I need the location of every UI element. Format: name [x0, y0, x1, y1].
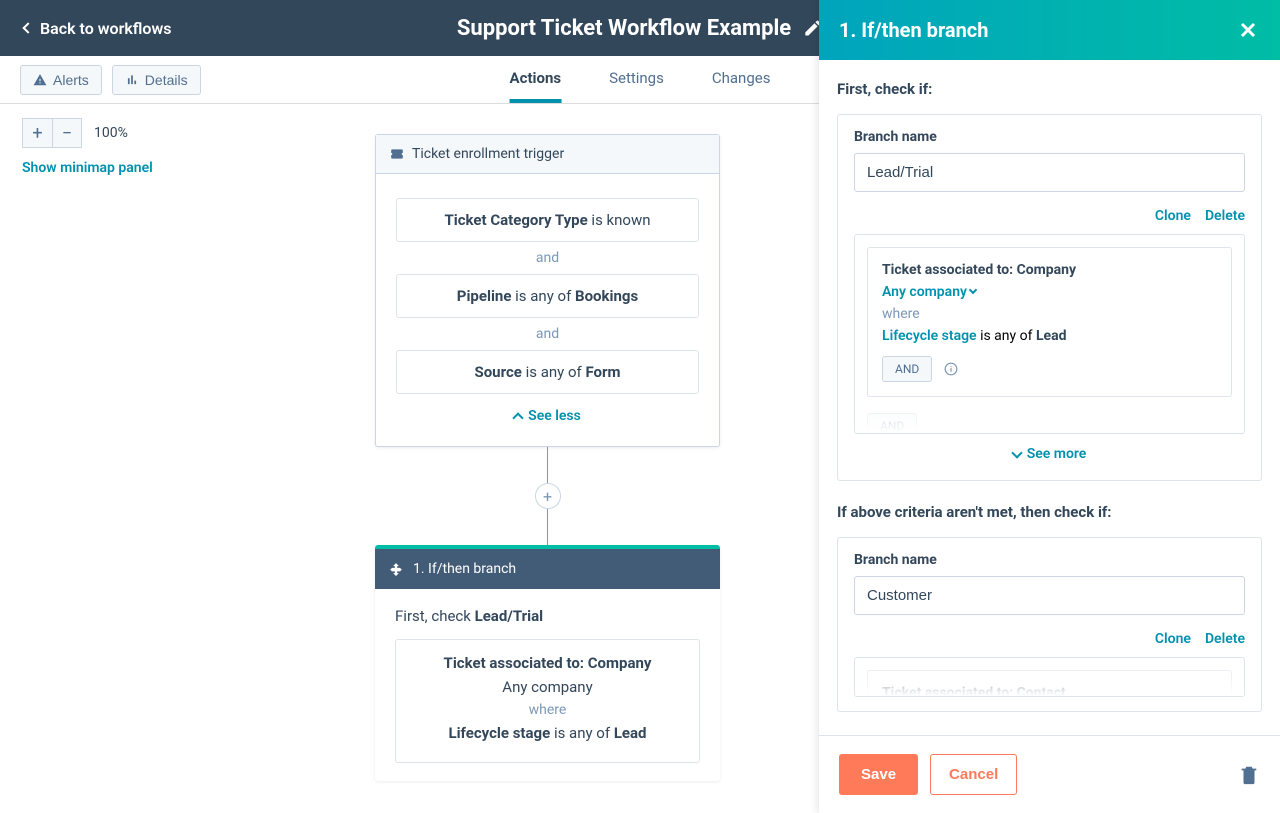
toolbar: Alerts Details Actions Settings Changes [0, 56, 819, 104]
trigger-header: Ticket enrollment trigger [376, 135, 719, 174]
ticket-icon [390, 147, 404, 161]
back-label: Back to workflows [40, 19, 172, 38]
criteria-group: Ticket associated to: Company Any compan… [854, 234, 1245, 434]
chevron-up-icon [512, 412, 523, 423]
page-title: Support Ticket Workflow Example [457, 16, 791, 41]
back-to-workflows-link[interactable]: Back to workflows [24, 19, 172, 38]
chart-icon [125, 73, 139, 87]
connector-line [547, 509, 548, 545]
workflow-canvas: Ticket enrollment trigger Ticket Categor… [0, 104, 819, 813]
branch-name-label: Branch name [854, 552, 1245, 568]
panel-title: 1. If/then branch [839, 18, 988, 42]
chevron-down-icon [969, 286, 977, 294]
info-icon [944, 362, 958, 376]
connector-line [547, 447, 548, 483]
trash-icon[interactable] [1238, 764, 1260, 786]
trigger-title: Ticket enrollment trigger [412, 146, 564, 162]
top-bar: Back to workflows Support Ticket Workflo… [0, 0, 819, 56]
trigger-condition-2: Pipeline is any of Bookings [396, 274, 699, 318]
save-button[interactable]: Save [839, 754, 918, 795]
chevron-left-icon [22, 22, 33, 33]
and-label: and [396, 242, 699, 274]
tab-changes[interactable]: Changes [712, 57, 771, 103]
chevron-down-icon [1011, 447, 1022, 458]
branch-1-editor: Branch name Clone Delete Ticket associat… [837, 114, 1262, 481]
branch-name-label: Branch name [854, 129, 1245, 145]
first-check-label: First, check if: [837, 80, 1262, 98]
trigger-condition-1: Ticket Category Type is known [396, 198, 699, 242]
trigger-condition-3: Source is any of Form [396, 350, 699, 394]
delete-button[interactable]: Delete [1205, 208, 1245, 224]
else-check-label: If above criteria aren't met, then check… [837, 503, 1262, 521]
branch-title: 1. If/then branch [413, 561, 516, 577]
see-more-link[interactable]: See more [854, 434, 1245, 466]
criteria-group-2: Ticket associated to: Contact [854, 657, 1245, 697]
tabs: Actions Settings Changes [510, 57, 771, 103]
warning-icon [33, 73, 47, 87]
branch-criteria: Ticket associated to: Company Any compan… [395, 639, 700, 763]
criteria-item[interactable]: Ticket associated to: Company Any compan… [867, 247, 1232, 397]
branch-header: 1. If/then branch [375, 549, 720, 589]
close-icon[interactable] [1236, 18, 1260, 42]
branch-card[interactable]: 1. If/then branch First, check Lead/Tria… [375, 545, 720, 781]
branch-check-label: First, check Lead/Trial [395, 607, 700, 625]
and-button[interactable]: AND [882, 356, 932, 382]
see-less-link[interactable]: See less [396, 394, 699, 430]
clone-button[interactable]: Clone [1155, 208, 1191, 224]
branch-1-name-input[interactable] [854, 153, 1245, 192]
alerts-button[interactable]: Alerts [20, 65, 102, 95]
side-panel: 1. If/then branch First, check if: Branc… [819, 0, 1280, 813]
clone-button[interactable]: Clone [1155, 631, 1191, 647]
page-title-wrap: Support Ticket Workflow Example [457, 16, 823, 41]
details-label: Details [145, 72, 188, 88]
branch-2-editor: Branch name Clone Delete Ticket associat… [837, 537, 1262, 712]
cancel-button[interactable]: Cancel [930, 754, 1017, 795]
tab-actions[interactable]: Actions [510, 57, 562, 103]
trigger-card[interactable]: Ticket enrollment trigger Ticket Categor… [375, 134, 720, 447]
panel-footer: Save Cancel [819, 735, 1280, 813]
and-label: and [396, 318, 699, 350]
alerts-label: Alerts [53, 72, 89, 88]
delete-button[interactable]: Delete [1205, 631, 1245, 647]
add-action-button[interactable]: + [535, 483, 561, 509]
branch-2-name-input[interactable] [854, 576, 1245, 615]
details-button[interactable]: Details [112, 65, 201, 95]
tab-settings[interactable]: Settings [609, 57, 664, 103]
branch-icon [389, 562, 403, 576]
panel-header: 1. If/then branch [819, 0, 1280, 60]
